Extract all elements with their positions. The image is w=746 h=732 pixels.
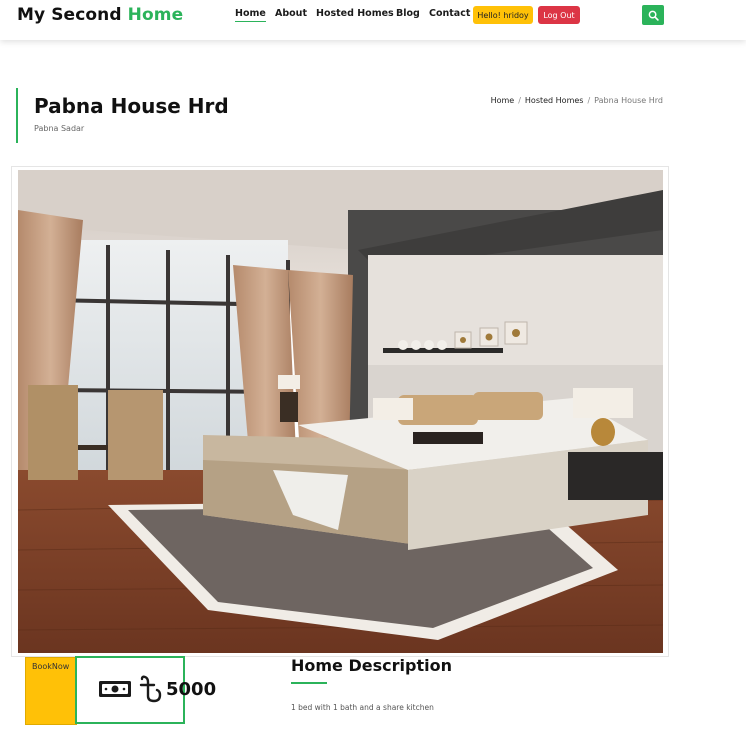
banknote-icon [99, 681, 131, 697]
price-box: 5000 [75, 656, 216, 724]
title-accent-bar [16, 88, 18, 143]
listing-photo [18, 170, 663, 653]
price-amount: 5000 [166, 678, 217, 700]
nav-link-hosted-homes[interactable]: Hosted Homes [316, 8, 394, 19]
nav-link-home[interactable]: Home [235, 8, 266, 22]
bedroom-photo-illustration [18, 170, 663, 653]
nav-link-contact[interactable]: Contact [429, 8, 470, 19]
brand-name-part2: Home [127, 5, 184, 25]
book-now-label: BookNow [32, 662, 70, 671]
price-row: 5000 [98, 674, 216, 704]
heading-underline [291, 682, 327, 684]
taka-sign-icon [139, 675, 162, 703]
breadcrumb-current: Pabna House Hrd [594, 96, 663, 105]
user-greeting-button[interactable]: Hello! hridoy [473, 6, 533, 24]
brand-logo[interactable]: My Second Home [17, 5, 183, 25]
search-button[interactable] [642, 5, 664, 25]
top-navbar: My Second Home Home About Hosted Homes B… [0, 0, 746, 40]
nav-link-blog[interactable]: Blog [396, 8, 420, 19]
search-icon [648, 10, 659, 21]
home-description-heading: Home Description [291, 656, 452, 675]
breadcrumb-separator: / [587, 96, 591, 105]
brand-name-part1: My Second [17, 5, 122, 25]
breadcrumb-home[interactable]: Home [491, 96, 515, 105]
home-description-text: 1 bed with 1 bath and a share kitchen [291, 703, 434, 712]
breadcrumb: Home / Hosted Homes / Pabna House Hrd [491, 96, 663, 105]
logout-button[interactable]: Log Out [538, 6, 580, 24]
page-title: Pabna House Hrd [34, 94, 229, 118]
page-subtitle-location: Pabna Sadar [34, 124, 85, 133]
nav-link-about[interactable]: About [275, 8, 307, 19]
breadcrumb-separator: / [518, 96, 521, 105]
breadcrumb-hosted-homes[interactable]: Hosted Homes [525, 96, 584, 105]
book-now-button[interactable]: BookNow [25, 657, 77, 725]
